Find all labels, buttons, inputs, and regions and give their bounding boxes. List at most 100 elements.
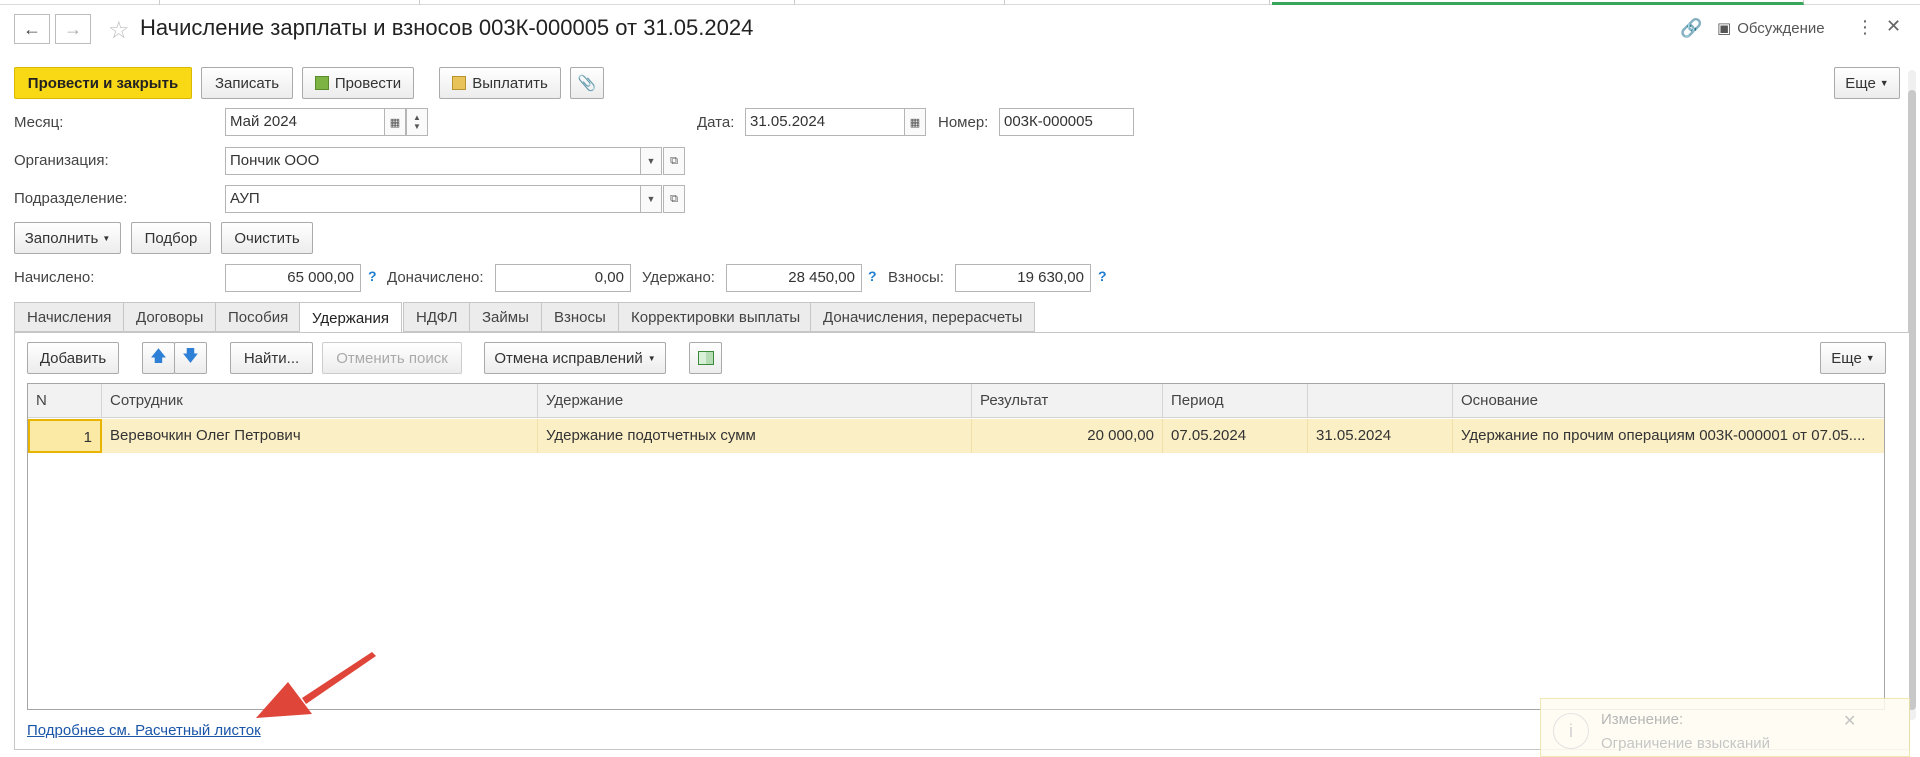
tab-accruals[interactable]: Начисления: [14, 302, 125, 332]
contributions-field[interactable]: 19 630,00: [955, 264, 1091, 292]
table-cell[interactable]: Удержание по прочим операциям 003К-00000…: [1453, 419, 1884, 453]
chevron-down-icon: ▼: [1865, 353, 1875, 363]
organization-open-button[interactable]: ⧉: [663, 147, 685, 175]
arrow-left-icon: ←: [23, 18, 41, 39]
tab-contributions[interactable]: Взносы: [541, 302, 619, 332]
department-open-button[interactable]: ⧉: [663, 185, 685, 213]
pay-button[interactable]: Выплатить: [439, 67, 561, 99]
column-header[interactable]: Удержание: [538, 384, 972, 418]
more-label: Еще: [1845, 74, 1876, 92]
table-cell[interactable]: 31.05.2024: [1308, 419, 1453, 453]
date-field[interactable]: 31.05.2024: [745, 108, 905, 136]
notification-text: Ограничение взысканий: [1601, 735, 1771, 752]
month-field[interactable]: Май 2024: [225, 108, 385, 136]
save-button[interactable]: Записать: [201, 67, 293, 99]
date-label: Дата:: [697, 114, 735, 131]
cancel-fixes-button[interactable]: Отмена исправлений ▼: [484, 342, 666, 374]
chevron-down-icon: ▼: [646, 194, 656, 204]
tab-contracts[interactable]: Договоры: [123, 302, 217, 332]
close-icon[interactable]: ✕: [1843, 711, 1856, 731]
notification-title: Изменение:: [1601, 711, 1684, 728]
department-field[interactable]: АУП: [225, 185, 641, 213]
contributions-label: Взносы:: [888, 269, 944, 286]
arrow-shaft: [302, 652, 376, 704]
help-icon[interactable]: ?: [868, 268, 877, 284]
number-label: Номер:: [938, 114, 989, 131]
table-cell[interactable]: Удержание подотчетных сумм: [538, 419, 972, 453]
star-icon[interactable]: ☆: [108, 16, 130, 45]
help-icon[interactable]: ?: [368, 268, 377, 284]
tab-benefits[interactable]: Пособия: [215, 302, 302, 332]
number-field[interactable]: 003К-000005: [999, 108, 1134, 136]
close-icon[interactable]: ✕: [1886, 16, 1901, 37]
accrued-field[interactable]: 65 000,00: [225, 264, 361, 292]
withheld-field[interactable]: 28 450,00: [726, 264, 862, 292]
column-header[interactable]: Период: [1163, 384, 1308, 418]
fill-button[interactable]: Заполнить ▼: [14, 222, 121, 254]
table-cell[interactable]: 1: [28, 419, 102, 453]
organization-field[interactable]: Пончик ООО: [225, 147, 641, 175]
month-stepper[interactable]: ▲ ▼: [406, 108, 428, 136]
tab-payment-corrections[interactable]: Корректировки выплаты: [618, 302, 814, 332]
add-button[interactable]: Добавить: [27, 342, 119, 374]
date-calendar-button[interactable]: ▦: [904, 108, 926, 136]
notification-toast[interactable]: i Изменение: Ограничение взысканий ✕: [1540, 698, 1910, 757]
discussion-button[interactable]: ▣ Обсуждение: [1717, 19, 1825, 38]
pick-button[interactable]: Подбор: [131, 222, 211, 254]
tab-deductions[interactable]: Удержания: [299, 302, 402, 334]
tab-loans[interactable]: Займы: [469, 302, 542, 332]
tab-additional-accruals[interactable]: Доначисления, перерасчеты: [810, 302, 1036, 332]
back-button[interactable]: ←: [14, 14, 50, 44]
department-dropdown-button[interactable]: ▼: [640, 185, 662, 213]
chevron-down-icon: ▼: [647, 353, 656, 363]
more-button[interactable]: Еще ▼: [1834, 67, 1900, 99]
column-header[interactable]: Основание: [1453, 384, 1884, 418]
extra-accrued-field[interactable]: 0,00: [495, 264, 631, 292]
stepper-up-icon: ▲: [413, 113, 421, 122]
column-header[interactable]: Результат: [972, 384, 1163, 418]
pay-label: Выплатить: [472, 74, 548, 92]
link-icon[interactable]: 🔗: [1680, 18, 1702, 39]
column-header[interactable]: [1308, 384, 1453, 418]
table-settings-button[interactable]: [689, 342, 722, 374]
cancel-fixes-label: Отмена исправлений: [494, 349, 643, 367]
paperclip-icon: 📎: [577, 75, 597, 92]
info-icon: i: [1553, 713, 1589, 749]
forward-button[interactable]: →: [55, 14, 91, 44]
calendar-icon: ▦: [389, 116, 401, 129]
table-cell[interactable]: 20 000,00: [972, 419, 1163, 453]
chat-icon: ▣: [1717, 20, 1732, 37]
post-button[interactable]: Провести: [302, 67, 414, 99]
find-button[interactable]: Найти...: [230, 342, 313, 374]
clear-button[interactable]: Очистить: [221, 222, 313, 254]
window-tabs-strip: [0, 0, 1920, 5]
calendar-button[interactable]: ▦: [384, 108, 406, 136]
kebab-menu-icon[interactable]: ⋮: [1856, 17, 1874, 38]
accrued-label: Начислено:: [14, 269, 95, 286]
table-more-label: Еще: [1831, 349, 1862, 367]
cancel-search-button[interactable]: Отменить поиск: [322, 342, 462, 374]
move-up-button[interactable]: 🡅: [142, 342, 175, 374]
attach-button[interactable]: 📎: [570, 67, 604, 99]
withheld-label: Удержано:: [642, 269, 715, 286]
tab-ndfl[interactable]: НДФЛ: [403, 302, 471, 332]
post-and-close-button[interactable]: Провести и закрыть: [14, 67, 192, 99]
calendar-icon: ▦: [909, 116, 921, 129]
help-icon[interactable]: ?: [1098, 268, 1107, 284]
chevron-down-icon: ▼: [1879, 78, 1889, 88]
organization-dropdown-button[interactable]: ▼: [640, 147, 662, 175]
table-cell[interactable]: Веревочкин Олег Петрович: [102, 419, 538, 453]
table-cell[interactable]: 07.05.2024: [1163, 419, 1308, 453]
month-label: Месяц:: [14, 114, 64, 131]
discussion-label: Обсуждение: [1737, 19, 1825, 37]
column-header[interactable]: Сотрудник: [102, 384, 538, 418]
payslip-link[interactable]: Подробнее см. Расчетный листок: [27, 722, 261, 739]
post-label: Провести: [334, 74, 402, 92]
chevron-down-icon: ▼: [102, 233, 111, 243]
move-down-button[interactable]: 🡇: [174, 342, 207, 374]
fill-label: Заполнить: [24, 229, 99, 247]
column-header[interactable]: N: [28, 384, 102, 418]
department-label: Подразделение:: [14, 190, 128, 207]
table-more-button[interactable]: Еще ▼: [1820, 342, 1886, 374]
arrow-right-icon: →: [64, 18, 82, 39]
